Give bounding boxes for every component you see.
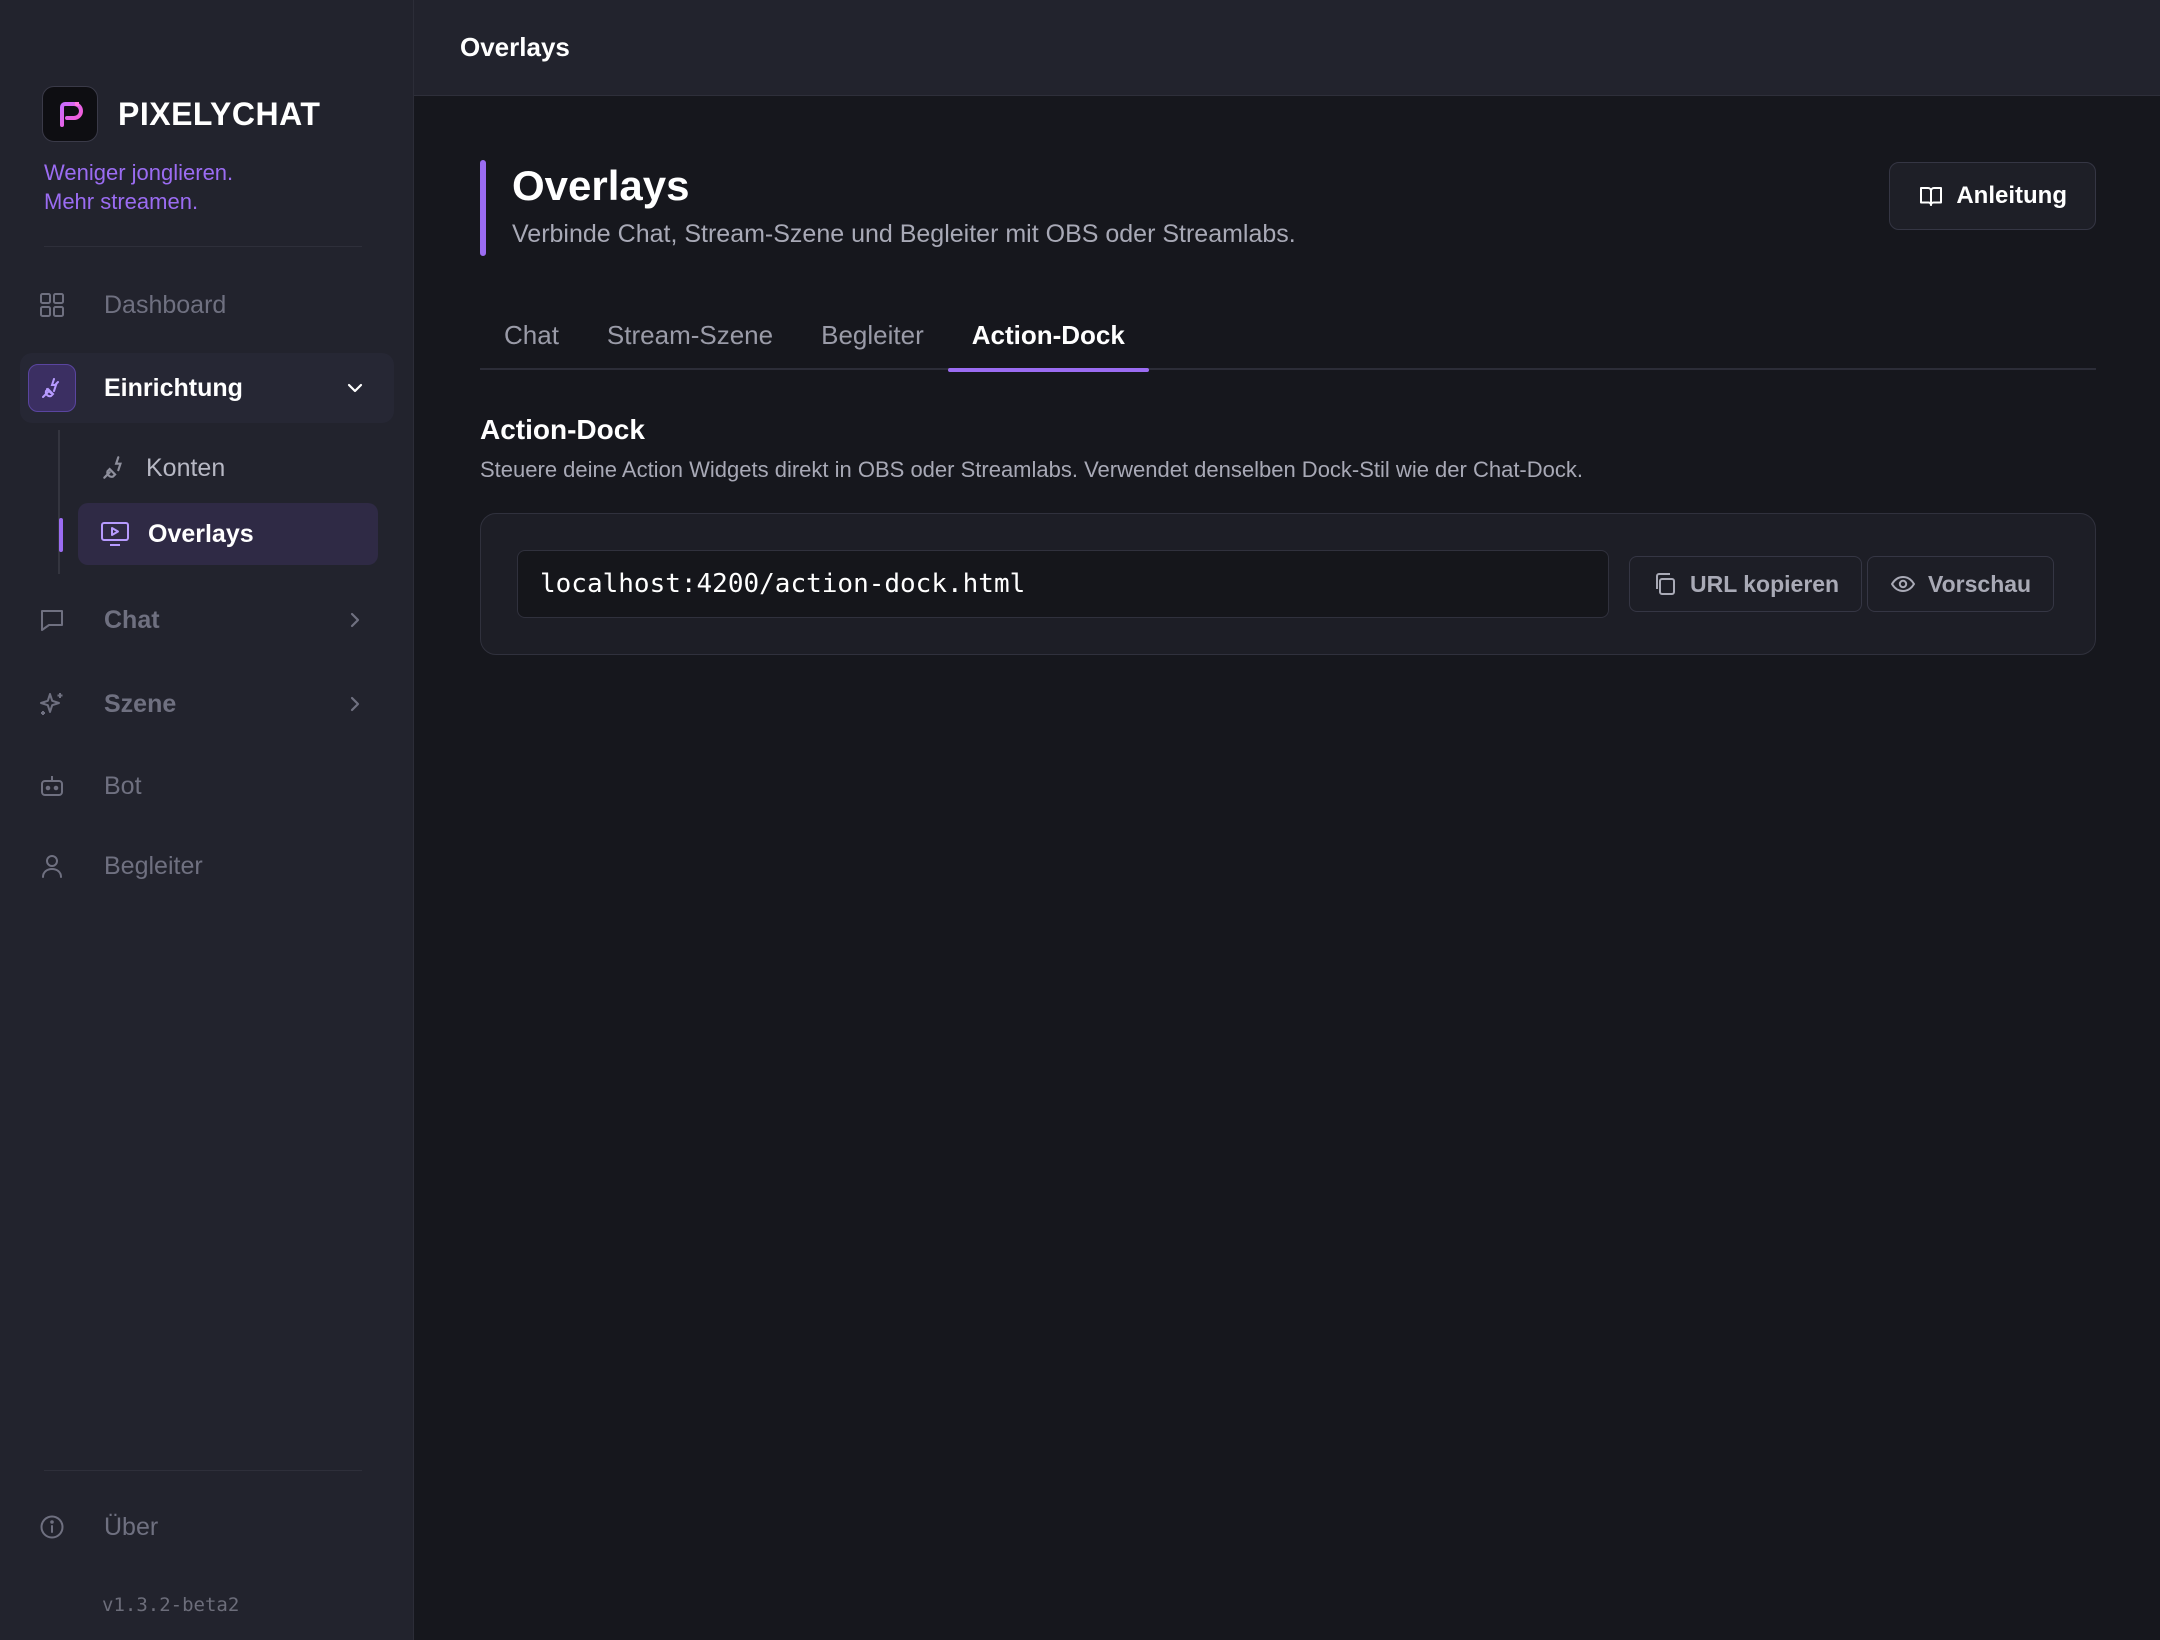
grid-icon <box>20 292 84 318</box>
sidebar-item-label: Über <box>104 1512 159 1541</box>
page-subtitle: Verbinde Chat, Stream-Szene und Begleite… <box>512 220 1296 248</box>
submenu-guide-line <box>58 430 60 574</box>
chevron-right-icon <box>344 609 366 631</box>
guide-button[interactable]: Anleitung <box>1889 162 2096 230</box>
overlay-url-field[interactable]: localhost:4200/action-dock.html <box>517 550 1609 618</box>
sidebar-item-label: Chat <box>104 605 160 634</box>
main-content: Overlays Overlays Verbinde Chat, Stream-… <box>414 0 2160 1640</box>
brand-tagline: Weniger jonglieren. Mehr streamen. <box>44 158 233 216</box>
sidebar-item-chat[interactable]: Chat <box>20 585 394 655</box>
plug-icon <box>28 364 76 412</box>
brand[interactable]: PIXELYCHAT <box>42 86 320 142</box>
page-header: Overlays Verbinde Chat, Stream-Szene und… <box>480 160 2096 256</box>
page-title: Overlays <box>512 162 690 209</box>
app-root: PIXELYCHAT Weniger jonglieren. Mehr stre… <box>0 0 2160 1640</box>
robot-icon <box>20 773 84 799</box>
tab-chat[interactable]: Chat <box>480 310 583 370</box>
info-icon <box>20 1514 84 1540</box>
monitor-play-icon <box>100 520 130 548</box>
sidebar-icon-wrap <box>20 364 84 412</box>
tab-begleiter[interactable]: Begleiter <box>797 310 948 370</box>
sidebar-item-label: Begleiter <box>104 851 203 880</box>
tagline-line-1: Weniger jonglieren. <box>44 160 234 185</box>
topbar-title: Overlays <box>460 32 570 62</box>
chevron-right-icon <box>344 693 366 715</box>
sidebar-item-label: Bot <box>104 771 142 800</box>
sparkle-icon <box>20 690 84 718</box>
active-submenu-marker <box>59 518 63 552</box>
sidebar-subitem-label: Konten <box>146 453 226 482</box>
book-icon <box>1918 183 1944 209</box>
chevron-down-icon <box>344 377 366 399</box>
brand-name: PIXELYCHAT <box>118 95 321 132</box>
sidebar-item-label: Szene <box>104 689 177 718</box>
sidebar: PIXELYCHAT Weniger jonglieren. Mehr stre… <box>0 0 414 1640</box>
page-title-accent <box>480 160 486 256</box>
app-version: v1.3.2-beta2 <box>102 1594 240 1616</box>
user-icon <box>20 853 84 879</box>
sidebar-item-einrichtung[interactable]: Einrichtung <box>20 353 394 423</box>
eye-icon <box>1890 571 1916 597</box>
overlay-tabs: Chat Stream-Szene Begleiter Action-Dock <box>480 310 2096 372</box>
section-description: Steuere deine Action Widgets direkt in O… <box>480 457 1583 482</box>
copy-url-label: URL kopieren <box>1690 570 1840 597</box>
overlay-url-card: localhost:4200/action-dock.html URL kopi… <box>480 513 2096 655</box>
topbar: Overlays <box>414 0 2160 96</box>
sidebar-subitem-label: Overlays <box>148 519 254 548</box>
preview-button[interactable]: Vorschau <box>1867 556 2055 612</box>
app-logo <box>42 86 98 142</box>
tab-action-dock[interactable]: Action-Dock <box>947 310 1149 372</box>
sidebar-item-szene[interactable]: Szene <box>20 669 394 739</box>
sidebar-subitem-konten[interactable]: Konten <box>78 437 378 499</box>
tab-stream-szene[interactable]: Stream-Szene <box>583 310 797 370</box>
sidebar-divider-bottom <box>44 1470 362 1471</box>
pixelychat-logo-icon <box>60 102 83 127</box>
sidebar-item-dashboard[interactable]: Dashboard <box>20 270 394 340</box>
tagline-line-2: Mehr streamen. <box>44 189 199 214</box>
sidebar-item-bot[interactable]: Bot <box>20 751 394 821</box>
preview-label: Vorschau <box>1928 570 2032 597</box>
copy-icon <box>1652 571 1678 597</box>
sidebar-item-begleiter[interactable]: Begleiter <box>20 831 394 901</box>
sidebar-item-label: Dashboard <box>104 290 227 319</box>
sidebar-item-about[interactable]: Über <box>20 1492 394 1562</box>
section-title: Action-Dock <box>480 414 645 445</box>
plug-icon <box>100 454 128 482</box>
sidebar-item-label: Einrichtung <box>104 373 243 402</box>
sidebar-divider <box>44 246 362 247</box>
chat-bubble-icon <box>20 607 84 633</box>
guide-button-label: Anleitung <box>1956 182 2067 209</box>
sidebar-subitem-overlays[interactable]: Overlays <box>78 503 378 565</box>
copy-url-button[interactable]: URL kopieren <box>1629 556 1863 612</box>
